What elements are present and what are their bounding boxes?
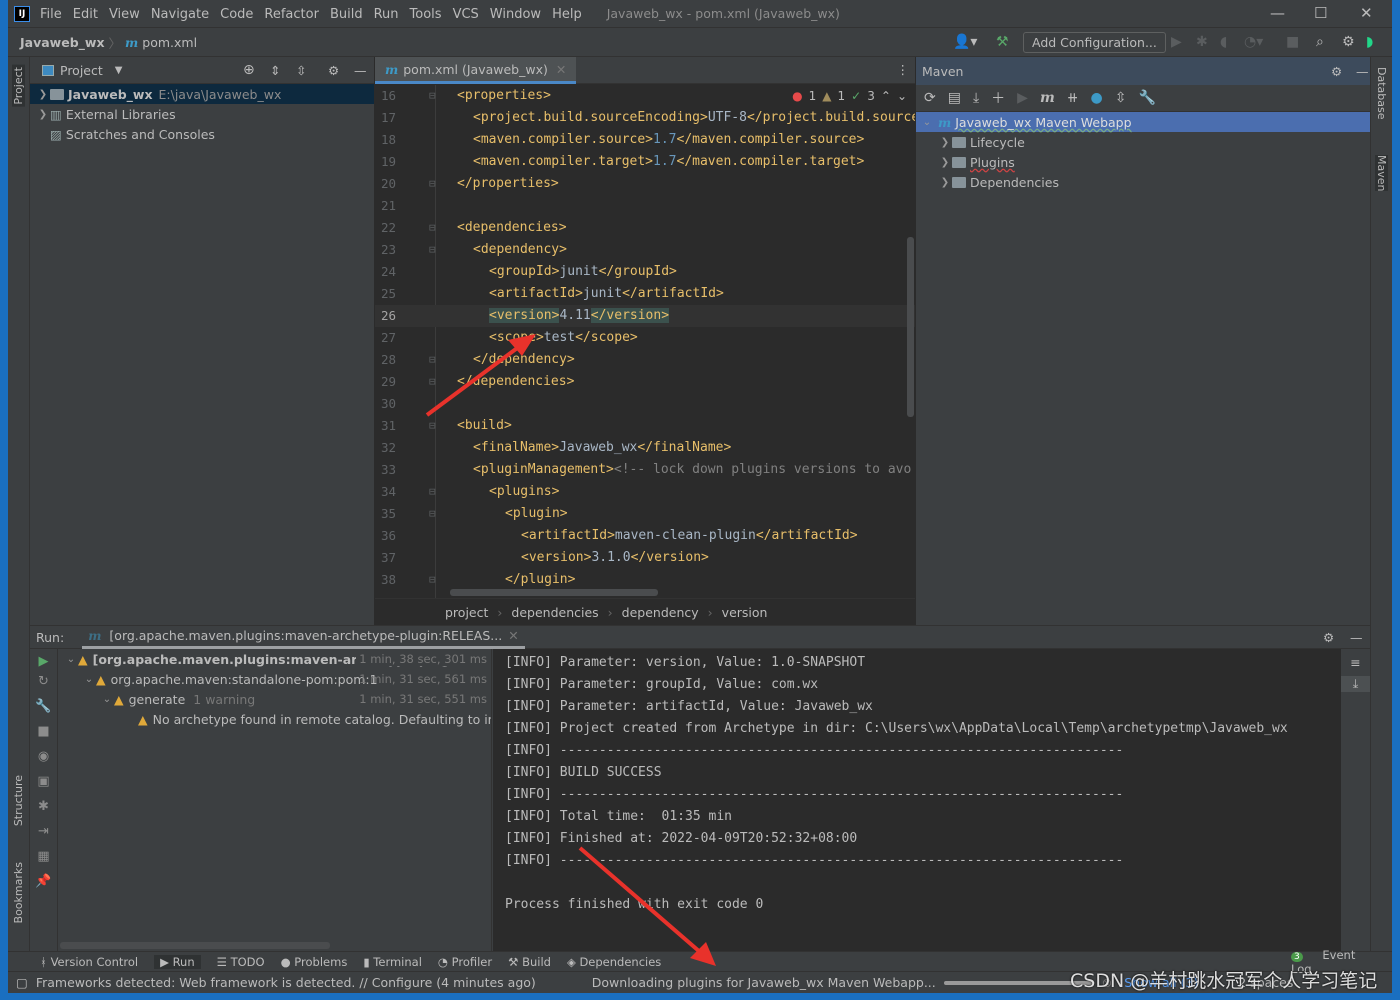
annotation-overlay (425, 334, 716, 966)
red-arrow-annotation (425, 334, 536, 417)
red-arrow-annotation (578, 846, 716, 966)
